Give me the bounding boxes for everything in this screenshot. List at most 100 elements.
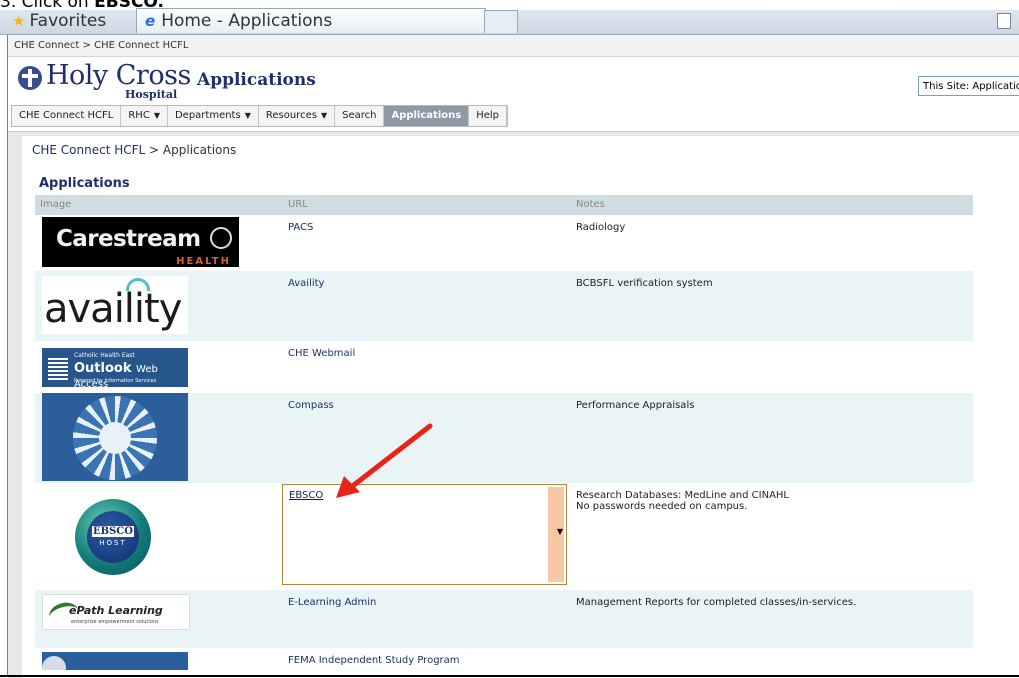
column-header-image[interactable]: Image: [35, 195, 282, 215]
browser-tab-title: Home - Applications: [161, 11, 333, 31]
fema-logo: [42, 652, 188, 670]
nav-rhc[interactable]: RHC ▼: [121, 106, 168, 126]
table-row: availity Availity BCBSFL verification sy…: [35, 271, 973, 341]
row-image-cell: Catholic Health East Outlook Web Access …: [35, 341, 282, 393]
nav-label: CHE Connect HCFL: [19, 110, 114, 121]
compass-core-icon: [99, 422, 131, 454]
row-url-cell: CHE Webmail: [282, 341, 572, 393]
chevron-down-icon: ▼: [320, 111, 328, 120]
table-row: FEMA Independent Study Program: [35, 648, 973, 678]
app-link-che-webmail[interactable]: CHE Webmail: [288, 348, 355, 359]
app-link-fema[interactable]: FEMA Independent Study Program: [288, 655, 460, 666]
table-header: Image URL Notes: [35, 195, 973, 215]
row-image-cell: Carestream HEALTH: [35, 215, 282, 271]
page-icon[interactable]: [997, 13, 1011, 29]
logo-applications: Applications: [197, 70, 316, 90]
logo-tagline: enterprise empowerment solutions: [71, 619, 159, 625]
applications-table: Image URL Notes Carestream HEALTH PACS R…: [35, 195, 973, 678]
nav-label: Search: [342, 110, 377, 121]
app-link-availity[interactable]: Availity: [288, 278, 324, 289]
table-row: Carestream HEALTH PACS Radiology: [35, 215, 973, 271]
row-image-cell: ePath Learning enterprise empowerment so…: [35, 590, 282, 648]
table-row: EBSCO HOST EBSCO ▼ Research Databases: M…: [35, 483, 973, 590]
row-notes: Research Databases: MedLine and CINAHL N…: [572, 483, 973, 590]
app-link-compass[interactable]: Compass: [288, 400, 334, 411]
arrow-head: [336, 476, 360, 498]
app-link-e-learning-admin[interactable]: E-Learning Admin: [288, 597, 376, 608]
favorites-label: Favorites: [29, 11, 107, 31]
row-url-cell: E-Learning Admin: [282, 590, 572, 648]
seal-icon: [42, 656, 66, 670]
row-image-cell: EBSCO HOST: [35, 483, 282, 590]
logo-text: availity: [44, 286, 182, 332]
logo-mark-icon: [210, 227, 232, 249]
nav-help[interactable]: Help: [469, 106, 508, 126]
availity-logo: availity: [42, 276, 188, 334]
logo-small-text: Catholic Health East: [74, 352, 135, 359]
top-nav: CHE Connect HCFL RHC ▼ Departments ▼ Resou…: [11, 105, 509, 127]
logo-text: Carestream: [56, 226, 201, 252]
compass-rose-image: [42, 393, 188, 481]
favorites-button[interactable]: ★ Favorites: [12, 10, 132, 32]
breadcrumb: CHE Connect HCFL > Applications: [32, 143, 236, 157]
star-icon: ★: [12, 12, 26, 30]
top-breadcrumb[interactable]: CHE Connect > CHE Connect HCFL: [8, 35, 1019, 57]
new-tab-button[interactable]: [484, 10, 518, 33]
row-notes: BCBSFL verification system: [576, 278, 713, 289]
row-notes: Radiology: [576, 222, 626, 233]
table-row: Catholic Health East Outlook Web Access …: [35, 341, 973, 393]
row-notes: Performance Appraisals: [576, 400, 695, 411]
ebsco-host-logo: EBSCO HOST: [65, 495, 161, 581]
breadcrumb-link[interactable]: CHE Connect HCFL: [32, 143, 145, 157]
notes-line-1: Research Databases: MedLine and CINAHL: [576, 490, 790, 501]
chevron-down-icon[interactable]: ▼: [557, 527, 563, 536]
nav-label: Departments: [174, 110, 241, 121]
row-notes: Management Reports for completed classes…: [576, 597, 857, 608]
content-frame: CHE Connect HCFL > Applications Applicat…: [8, 131, 1019, 678]
browser-tab-bar: ★ Favorites e Home - Applications: [0, 8, 1019, 35]
site-logo[interactable]: Holy Cross Hospital Applications: [18, 60, 358, 101]
logo-sub-text: HEALTH: [176, 256, 231, 267]
logo-name: Holy Cross: [46, 60, 191, 91]
row-image-cell: availity: [35, 271, 282, 341]
ie-icon: e: [145, 12, 156, 30]
notes-line-2: No passwords needed on campus.: [576, 501, 748, 512]
table-row: ePath Learning enterprise empowerment so…: [35, 590, 973, 648]
site-frame: CHE Connect > CHE Connect HCFL Holy Cros…: [7, 35, 1019, 678]
chevron-down-icon: ▼: [244, 111, 251, 120]
row-url-cell: PACS: [282, 215, 572, 271]
row-url-cell: FEMA Independent Study Program: [282, 648, 572, 678]
breadcrumb-current: Applications: [162, 143, 237, 157]
column-header-notes[interactable]: Notes: [572, 195, 973, 215]
site-search-scope[interactable]: This Site: Applications: [918, 76, 1019, 96]
logo-top-text: EBSCO: [92, 526, 134, 537]
breadcrumb-separator: >: [145, 143, 163, 157]
nav-che-connect-hcfl[interactable]: CHE Connect HCFL: [12, 106, 122, 126]
row-url-cell: Availity: [282, 271, 572, 341]
row-notes: [572, 648, 973, 678]
nav-search[interactable]: Search: [335, 106, 385, 126]
arrow-shaft: [347, 423, 433, 491]
epath-learning-logo: ePath Learning enterprise empowerment so…: [42, 594, 190, 630]
browser-tab[interactable]: e Home - Applications: [136, 8, 486, 33]
outlook-web-access-logo: Catholic Health East Outlook Web Access …: [42, 348, 188, 387]
page-title: Applications: [39, 176, 130, 191]
app-link-pacs[interactable]: PACS: [288, 222, 313, 233]
carestream-logo: Carestream HEALTH: [42, 217, 239, 267]
app-link-ebsco[interactable]: EBSCO: [289, 490, 323, 501]
nav-label: Resources: [265, 110, 317, 121]
row-notes: [572, 341, 973, 393]
content-panel: CHE Connect HCFL > Applications Applicat…: [22, 136, 1019, 678]
table-row: Compass Performance Appraisals: [35, 393, 973, 483]
cross-icon: [18, 66, 42, 90]
logo-bottom-text: HOST: [99, 539, 127, 547]
nav-applications[interactable]: Applications: [384, 106, 470, 126]
row-image-cell: [35, 648, 282, 678]
row-image-cell: [35, 393, 282, 483]
chevron-down-icon: ▼: [153, 111, 160, 120]
nav-label: Help: [476, 110, 500, 121]
nav-departments[interactable]: Departments ▼: [168, 106, 259, 126]
nav-resources[interactable]: Resources ▼: [259, 106, 336, 126]
column-header-url[interactable]: URL: [282, 195, 572, 215]
logo-text: ePath Learning: [69, 604, 163, 617]
